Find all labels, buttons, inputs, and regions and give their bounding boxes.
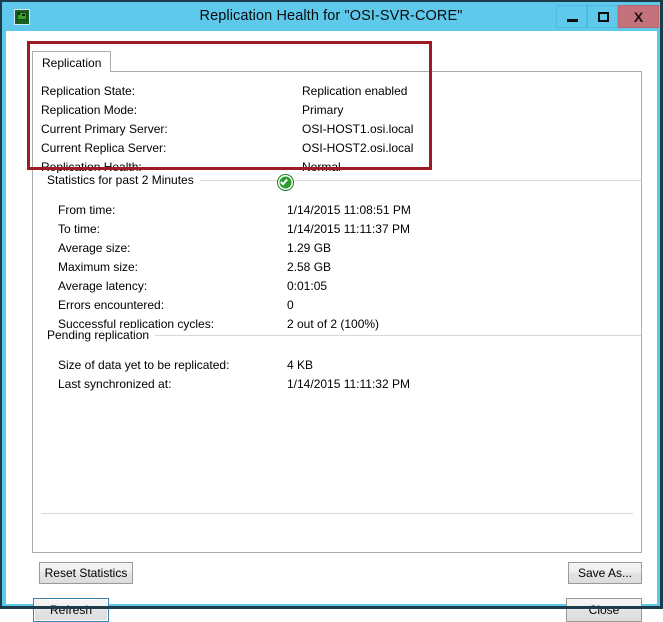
minimize-icon	[567, 19, 578, 22]
success-check-icon-mark	[279, 177, 288, 185]
current-replica-server-value: OSI-HOST2.osi.local	[302, 141, 414, 155]
replication-state-value: Replication enabled	[302, 84, 408, 98]
to-time-value: 1/14/2015 11:11:37 PM	[287, 222, 410, 236]
maximize-icon	[598, 12, 609, 22]
replication-state-label: Replication State:	[41, 84, 136, 98]
replication-health-value: Normal	[302, 160, 341, 174]
close-dialog-button[interactable]: Close	[566, 598, 642, 622]
last-synchronized-value: 1/14/2015 11:11:32 PM	[287, 377, 410, 391]
title-bar: Replication Health for "OSI-SVR-CORE" X	[2, 2, 660, 31]
replication-mode-value: Primary	[302, 103, 344, 117]
average-latency-label: Average latency:	[58, 279, 148, 293]
save-as-button[interactable]: Save As...	[568, 562, 642, 584]
errors-encountered-label: Errors encountered:	[58, 298, 165, 312]
successful-cycles-value: 2 out of 2 (100%)	[287, 317, 380, 331]
maximum-size-label: Maximum size:	[58, 260, 139, 274]
errors-encountered-value: 0	[287, 298, 294, 312]
maximum-size-value: 2.58 GB	[287, 260, 332, 274]
replication-mode-label: Replication Mode:	[41, 103, 138, 117]
current-replica-server-label: Current Replica Server:	[41, 141, 167, 155]
to-time-label: To time:	[58, 222, 101, 236]
from-time-label: From time:	[58, 203, 116, 217]
refresh-button[interactable]: Refresh	[33, 598, 109, 622]
tab-replication[interactable]: Replication	[32, 51, 112, 72]
pending-group-caption: Pending replication	[47, 328, 156, 342]
close-icon: X	[633, 8, 644, 25]
tab-footer-separator	[41, 513, 633, 514]
maximize-button[interactable]	[587, 5, 618, 28]
dialog-window: Replication Health for "OSI-SVR-CORE" X …	[0, 0, 663, 622]
average-size-value: 1.29 GB	[287, 241, 332, 255]
last-synchronized-label: Last synchronized at:	[58, 377, 172, 391]
success-check-icon	[278, 175, 293, 190]
close-window-button[interactable]: X	[618, 5, 659, 28]
current-primary-server-value: OSI-HOST1.osi.local	[302, 122, 414, 136]
reset-statistics-button[interactable]: Reset Statistics	[39, 562, 133, 584]
pending-size-value: 4 KB	[287, 358, 314, 372]
statistics-group-line	[184, 180, 641, 181]
pending-size-label: Size of data yet to be replicated:	[58, 358, 230, 372]
tab-panel-cap-line	[33, 72, 95, 73]
current-primary-server-label: Current Primary Server:	[41, 122, 168, 136]
minimize-button[interactable]	[556, 5, 587, 28]
average-size-label: Average size:	[58, 241, 131, 255]
average-latency-value: 0:01:05	[287, 279, 328, 293]
dialog-client-area: Replication Replication State: Replicati…	[6, 31, 657, 622]
tab-strip: Replication	[32, 51, 642, 72]
pending-group-line	[143, 335, 641, 336]
statistics-group-caption: Statistics for past 2 Minutes	[47, 173, 200, 187]
from-time-value: 1/14/2015 11:08:51 PM	[287, 203, 411, 217]
